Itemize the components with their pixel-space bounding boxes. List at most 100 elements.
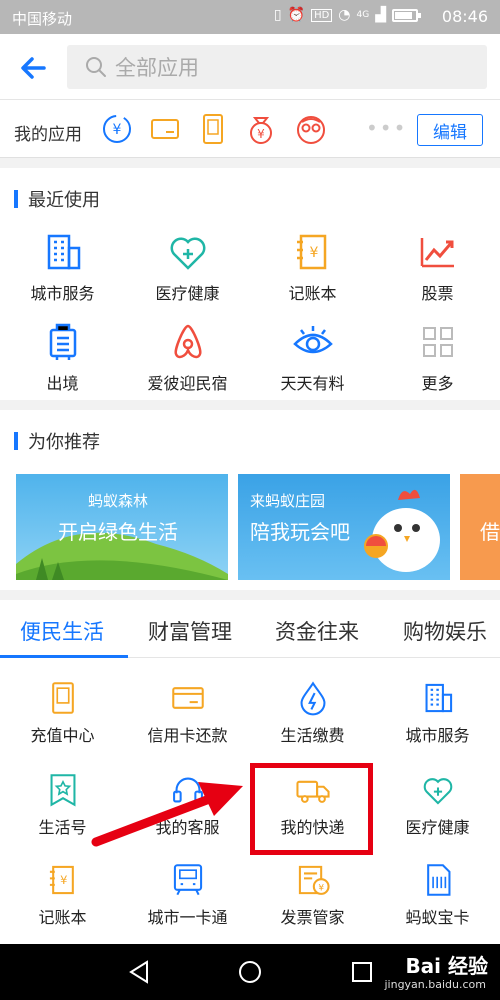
recents-square-icon[interactable] — [348, 958, 376, 986]
money-bag-icon[interactable]: ¥ — [244, 112, 278, 146]
my-apps-label: 我的应用 — [14, 125, 82, 145]
card-icon[interactable] — [148, 112, 182, 146]
life-item-label: 生活号 — [38, 818, 87, 837]
search-placeholder: 全部应用 — [115, 56, 199, 80]
status-icons: ▯ ⏰ HD ◔ 4G ▟ — [273, 7, 421, 23]
watermark-url: jingyan.baidu.com — [384, 978, 486, 991]
phone-icon[interactable] — [196, 112, 230, 146]
luggage-icon — [49, 323, 76, 360]
tab-shopping[interactable]: 购物娱乐 — [403, 616, 487, 646]
svg-text:¥: ¥ — [309, 245, 318, 261]
life-item-label: 生活缴费 — [280, 726, 345, 745]
life-item-label: 我的客服 — [155, 818, 220, 837]
chicken-icon — [364, 489, 440, 572]
life-item-ledger[interactable]: ¥ 记账本 — [0, 862, 125, 928]
banner-subtitle: 陪我玩会吧 — [250, 520, 350, 544]
tab-wealth[interactable]: 财富管理 — [148, 616, 232, 646]
life-item-label: 发票管家 — [280, 908, 345, 927]
recent-item-label: 医疗健康 — [155, 284, 220, 303]
life-item-label: 信用卡还款 — [147, 726, 228, 745]
network-type: 4G — [356, 10, 370, 20]
life-item-medical[interactable]: 医疗健康 — [375, 772, 500, 838]
life-item-credit-card[interactable]: 信用卡还款 — [125, 680, 250, 746]
watermark: Bai 经验 — [405, 954, 488, 978]
recent-item-stock[interactable]: 股票 — [375, 230, 500, 304]
life-item-label: 城市服务 — [405, 726, 470, 745]
recent-title-text: 最近使用 — [28, 190, 100, 211]
tab-funds[interactable]: 资金往来 — [275, 616, 359, 646]
life-item-label: 蚂蚁宝卡 — [405, 908, 470, 927]
recent-item-label: 出境 — [46, 374, 79, 393]
sim-card-icon — [426, 864, 450, 896]
life-item-customer-service[interactable]: 我的客服 — [125, 772, 250, 838]
medical-icon — [170, 237, 205, 270]
clock: 08:46 — [441, 7, 488, 26]
loan-banner[interactable]: 借 — [460, 474, 500, 580]
building-icon — [47, 234, 80, 270]
transfer-icon[interactable]: ¥ — [100, 112, 134, 146]
headset-icon — [172, 777, 203, 803]
life-item-label: 充值中心 — [30, 726, 95, 745]
bookmark-star-icon — [50, 774, 75, 807]
life-item-sim-card[interactable]: 蚂蚁宝卡 — [375, 862, 500, 928]
banner-title: 来蚂蚁庄园 — [250, 492, 326, 510]
recent-item-abroad[interactable]: 出境 — [0, 320, 125, 394]
recommend-title: 为你推荐 — [14, 428, 100, 454]
my-apps-bar: 我的应用 ¥ ¥ ••• 编辑 — [0, 100, 500, 158]
ant-farm-banner[interactable]: 来蚂蚁庄园 陪我玩会吧 — [238, 474, 450, 580]
water-drop-icon — [300, 681, 325, 716]
svg-text:¥: ¥ — [257, 127, 265, 141]
ledger-icon: ¥ — [49, 865, 74, 895]
building-icon — [425, 683, 452, 713]
recent-item-label: 城市服务 — [30, 284, 95, 303]
life-item-invoice[interactable]: ¥ 发票管家 — [250, 862, 375, 928]
recent-title: 最近使用 — [14, 186, 100, 212]
recent-item-label: 更多 — [421, 374, 454, 393]
category-tabs: 便民生活 财富管理 资金往来 购物娱乐 — [0, 600, 500, 658]
recent-item-ledger[interactable]: ¥ 记账本 — [250, 230, 375, 304]
recommend-title-text: 为你推荐 — [28, 432, 100, 453]
back-arrow-icon[interactable] — [14, 48, 54, 88]
svg-text:¥: ¥ — [60, 873, 67, 887]
life-item-transit-card[interactable]: 城市一卡通 — [125, 862, 250, 928]
vibrate-icon: ▯ — [273, 7, 282, 23]
search-icon — [86, 57, 106, 77]
ant-forest-banner[interactable]: 蚂蚁森林 开启绿色生活 — [16, 474, 228, 580]
recommend-section: 为你推荐 蚂蚁森林 开启绿色生活 来蚂蚁庄园 陪我玩会吧 借 — [0, 410, 500, 590]
signal-icon: ▟ — [375, 7, 386, 23]
life-item-label: 记账本 — [38, 908, 87, 927]
life-item-life-account[interactable]: 生活号 — [0, 772, 125, 838]
life-item-recharge[interactable]: 充值中心 — [0, 680, 125, 746]
recent-item-city-service[interactable]: 城市服务 — [0, 230, 125, 304]
status-bar: 中国移动 ▯ ⏰ HD ◔ 4G ▟ 08:46 — [0, 0, 500, 34]
back-triangle-icon[interactable] — [125, 958, 153, 986]
battery-icon — [392, 8, 421, 22]
recent-item-airbnb[interactable]: 爱彼迎民宿 — [125, 320, 250, 394]
life-item-utilities[interactable]: 生活缴费 — [250, 680, 375, 746]
tab-convenience[interactable]: 便民生活 — [20, 616, 104, 646]
edit-button[interactable]: 编辑 — [417, 114, 483, 146]
more-dots: ••• — [366, 116, 408, 140]
stock-icon — [420, 238, 454, 268]
recent-item-medical[interactable]: 医疗健康 — [125, 230, 250, 304]
recent-item-label: 股票 — [421, 284, 454, 303]
recent-item-daily-news[interactable]: 天天有料 — [250, 320, 375, 394]
recent-item-more[interactable]: 更多 — [375, 320, 500, 394]
phone-icon — [51, 682, 74, 714]
recent-item-label: 爱彼迎民宿 — [147, 374, 228, 393]
svg-text:¥: ¥ — [113, 122, 122, 138]
hd-icon: HD — [311, 8, 333, 22]
home-circle-icon[interactable] — [236, 958, 264, 986]
banner-title: 蚂蚁森林 — [88, 492, 149, 510]
highlight-box — [250, 763, 373, 855]
title-bar — [14, 190, 18, 208]
life-item-city-service[interactable]: 城市服务 — [375, 680, 500, 746]
face-icon[interactable] — [294, 112, 328, 146]
invoice-icon: ¥ — [298, 865, 330, 895]
recent-item-label: 天天有料 — [280, 374, 345, 393]
recent-section: 最近使用 城市服务 医疗健康 ¥ 记账本 股票 出境 爱彼迎民宿 天天有料 更多 — [0, 168, 500, 400]
grid-icon — [422, 327, 453, 357]
search-input[interactable]: 全部应用 — [67, 45, 487, 89]
card-icon — [171, 687, 204, 709]
top-bar: 全部应用 — [0, 34, 500, 100]
